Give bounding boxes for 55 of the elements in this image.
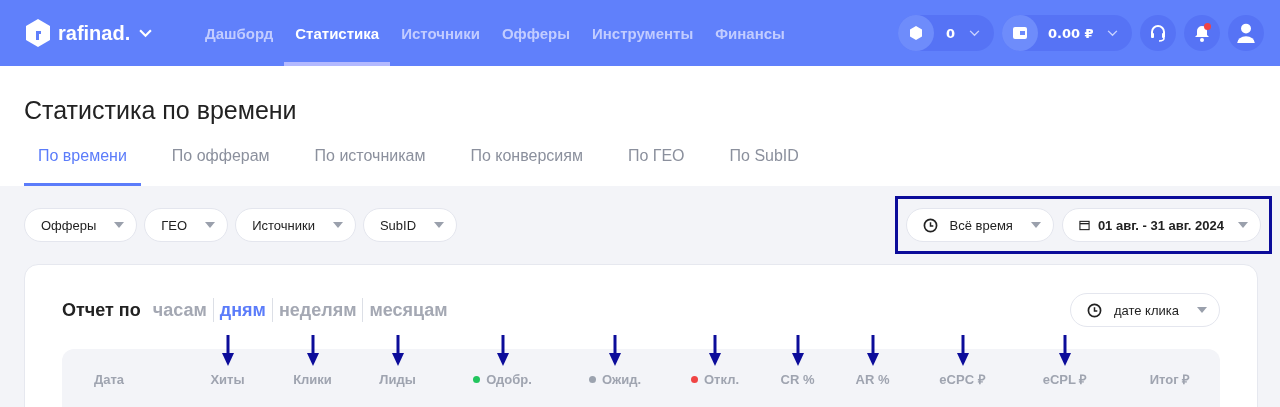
logo-icon [24,18,52,48]
tab[interactable]: По конверсиям [456,147,597,186]
column-header[interactable]: Итог ₽ [1149,370,1191,388]
column-header[interactable]: Откл. [691,371,739,387]
column-header[interactable]: AR % [855,371,890,387]
profile-button[interactable] [1228,15,1264,51]
filter-dropdown[interactable]: Источники [235,208,356,242]
column-header[interactable]: CR % [780,371,815,387]
granularity-link[interactable]: дням [213,299,272,321]
column-header[interactable]: eCPL ₽ [1042,370,1088,388]
user-icon [1235,22,1257,44]
column-header[interactable]: Хиты [210,371,245,387]
balance-value: 0.00 ₽ [1048,25,1095,41]
chevron-icon [969,29,980,37]
nav-link[interactable]: Финансы [704,0,796,66]
filter-dropdown[interactable]: Офферы [24,208,138,242]
notifications-button[interactable] [1184,15,1220,51]
wallet-icon [1012,25,1028,41]
headset-icon [1148,23,1168,43]
column-header[interactable]: Одобр. [473,371,532,387]
support-button[interactable] [1140,15,1176,51]
tab[interactable]: По времени [24,147,141,186]
tab[interactable]: По офферам [157,147,284,186]
column-header[interactable]: eCPC ₽ [939,370,986,388]
column-header[interactable]: Ожид. [588,371,642,387]
period-dropdown[interactable]: Всё время [905,208,1054,242]
nav-link[interactable]: Источники [390,0,491,66]
balance-dropdown[interactable]: 0.00 ₽ [1002,15,1132,51]
column-header[interactable]: Лиды [379,371,416,387]
granularity-link[interactable]: часам [146,299,213,321]
granularity-link[interactable]: неделям [272,299,363,321]
counter-dropdown[interactable]: 0 [898,15,994,51]
chevron-icon[interactable] [139,28,153,38]
column-header[interactable]: Клики [293,371,332,387]
granularity-link[interactable]: месяцам [363,299,454,321]
tab[interactable]: По SubID [715,147,813,186]
counter-value: 0 [946,25,957,41]
tab[interactable]: По ГЕО [613,147,699,186]
column-header[interactable]: Дата [94,371,125,387]
report-label: Отчет по [62,299,141,321]
nav-link[interactable]: Дашборд [194,0,285,66]
calendar-icon [1078,219,1090,231]
filter-dropdown[interactable]: SubID [362,208,458,242]
filter-dropdown[interactable]: ГЕО [144,208,229,242]
clock-icon [1086,302,1102,318]
date-range-dropdown[interactable]: 01 авг. - 31 авг. 2024 [1061,208,1261,242]
page-title: Статистика по времени [24,96,298,125]
clock-icon [922,217,938,233]
date-by-dropdown[interactable]: дате клика [1069,293,1220,327]
nav-link[interactable]: Инструменты [580,0,705,66]
logo-text[interactable]: rafinad. [58,21,131,45]
nav-link[interactable]: Офферы [490,0,581,66]
chevron-icon [1107,29,1118,37]
tab[interactable]: По источникам [300,147,440,186]
cube-icon [908,25,924,41]
